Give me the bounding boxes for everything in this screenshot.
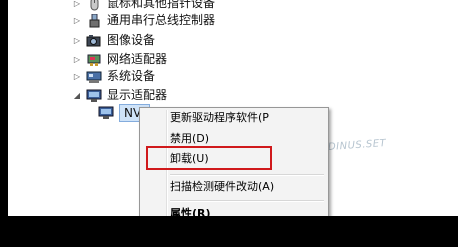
tree-item-label: 系统设备 — [107, 69, 156, 83]
expand-arrow-icon[interactable]: ▷ — [72, 36, 82, 45]
display-card-icon — [98, 106, 114, 120]
system-device-icon — [86, 70, 102, 84]
collapse-arrow-icon[interactable]: ◢ — [72, 91, 82, 100]
menu-separator — [170, 200, 324, 202]
tree-item-display-adapters[interactable]: ◢ 显示适配器 — [72, 86, 167, 105]
display-adapter-icon — [86, 89, 102, 103]
tree-item-usb[interactable]: ▷ 通用串行总线控制器 — [72, 11, 215, 30]
tree-item-label: 显示适配器 — [107, 88, 168, 102]
expand-arrow-icon[interactable]: ▷ — [72, 55, 82, 64]
tree-item-imaging[interactable]: ▷ 图像设备 — [72, 31, 155, 50]
expand-arrow-icon[interactable]: ▷ — [72, 16, 82, 25]
mouse-icon — [86, 0, 102, 11]
bottom-band — [0, 216, 458, 247]
tree-item-system[interactable]: ▷ 系统设备 — [72, 67, 155, 86]
menu-item-scan-hardware[interactable]: 扫描检测硬件改动(A) — [170, 177, 326, 197]
tree-item-label: 图像设备 — [107, 33, 156, 47]
tree-item-label: 通用串行总线控制器 — [107, 13, 216, 27]
screen: ▷ 鼠标和其他指针设备 ▷ 通用串行总线控制器 ▷ 图像设备 ▷ 网络适配器 ▷… — [0, 0, 458, 247]
menu-separator — [170, 174, 324, 176]
usb-icon — [86, 13, 102, 28]
menu-item-update-driver[interactable]: 更新驱动程序软件(P — [170, 108, 326, 128]
expand-arrow-icon[interactable]: ▷ — [72, 0, 82, 8]
camera-icon — [86, 34, 102, 48]
highlight-box — [146, 146, 272, 170]
expand-arrow-icon[interactable]: ▷ — [72, 72, 82, 81]
network-adapter-icon — [86, 53, 102, 67]
